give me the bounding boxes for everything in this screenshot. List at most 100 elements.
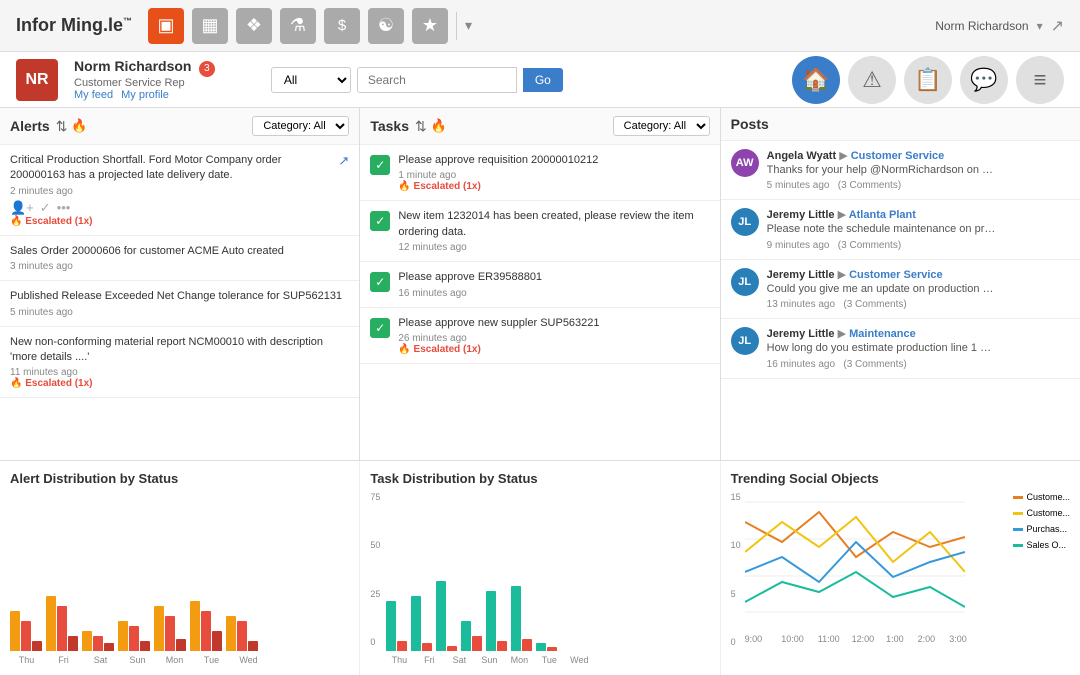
brand-logo: Infor Ming.le™ <box>16 15 132 36</box>
alert-nav-icon[interactable]: ⚠ <box>848 56 896 104</box>
bar-group <box>10 611 42 651</box>
posts-list: AW Angela Wyatt ▶ Customer Service Thank… <box>721 141 1080 460</box>
tasks-nav-icon[interactable]: 📋 <box>904 56 952 104</box>
alert-distribution-chart: Alert Distribution by Status <box>0 461 360 675</box>
sort-icon[interactable]: ⇅ <box>415 118 427 135</box>
bar-group <box>411 596 432 651</box>
nav-icon-app1[interactable]: ▣ <box>148 8 184 44</box>
alert-time: 5 minutes ago <box>10 307 349 318</box>
y-label: 50 <box>370 540 380 550</box>
top-nav-username[interactable]: Norm Richardson <box>935 19 1028 33</box>
alert-item[interactable]: New non-conforming material report NCM00… <box>0 327 359 399</box>
alerts-category-select[interactable]: Category: All <box>252 116 349 136</box>
legend-color <box>1013 544 1023 547</box>
y-label: 0 <box>731 637 741 647</box>
top-nav-right: Norm Richardson ▾ ↗ <box>935 16 1064 36</box>
post-item[interactable]: AW Angela Wyatt ▶ Customer Service Thank… <box>721 141 1080 200</box>
bar <box>32 641 42 651</box>
search-filter-select[interactable]: All <box>271 67 351 93</box>
bar <box>140 641 150 651</box>
filter-fire-icon[interactable]: 🔥 <box>71 118 87 134</box>
alert-item[interactable]: Published Release Exceeded Net Change to… <box>0 281 359 326</box>
bar-group <box>386 601 407 651</box>
post-item[interactable]: JL Jeremy Little ▶ Maintenance How long … <box>721 319 1080 378</box>
post-meta: 5 minutes ago (3 Comments) <box>767 180 1070 191</box>
search-input[interactable] <box>357 67 517 93</box>
bar-group <box>436 581 457 651</box>
post-item[interactable]: JL Jeremy Little ▶ Atlanta Plant Please … <box>721 200 1080 259</box>
messages-nav-icon[interactable]: 💬 <box>960 56 1008 104</box>
nav-icon-app2[interactable]: ▦ <box>192 8 228 44</box>
bar <box>511 586 521 651</box>
alert-item[interactable]: Critical Production Shortfall. Ford Moto… <box>0 145 359 236</box>
task-body: New item 1232014 has been created, pleas… <box>398 209 709 253</box>
post-meta: 13 minutes ago (3 Comments) <box>767 299 1070 310</box>
filter-fire-icon[interactable]: 🔥 <box>431 118 447 134</box>
nav-icon-app7[interactable]: ★ <box>412 8 448 44</box>
alerts-list: Critical Production Shortfall. Ford Moto… <box>0 145 359 460</box>
nav-divider <box>456 12 457 40</box>
post-body: Jeremy Little ▶ Customer Service Could y… <box>767 268 1070 310</box>
share-icon[interactable]: ↗ <box>1051 16 1064 36</box>
bar <box>212 631 222 651</box>
bar-group <box>511 586 532 651</box>
alert-bar-chart <box>10 492 349 655</box>
post-item[interactable]: JL Jeremy Little ▶ Customer Service Coul… <box>721 260 1080 319</box>
my-profile-link[interactable]: My profile <box>121 89 169 101</box>
nav-icon-app5[interactable]: $ <box>324 8 360 44</box>
bar <box>486 591 496 651</box>
more-nav-icon[interactable]: ≡ <box>1016 56 1064 104</box>
post-meta: 16 minutes ago (3 Comments) <box>767 359 1070 370</box>
chart-label: Tue <box>195 655 228 665</box>
task-text: Please approve ER39588801 <box>398 270 709 285</box>
task-item[interactable]: ✓ New item 1232014 has been created, ple… <box>360 201 719 262</box>
bar <box>447 646 457 651</box>
check-icon[interactable]: ✓ <box>40 200 51 216</box>
post-header: Jeremy Little ▶ Atlanta Plant <box>767 208 1070 221</box>
post-meta: 9 minutes ago (3 Comments) <box>767 240 1070 251</box>
alert-item[interactable]: Sales Order 20000606 for customer ACME A… <box>0 236 359 281</box>
alert-escalated: 🔥 Escalated (1x) <box>10 216 349 227</box>
task-check-icon: ✓ <box>370 318 390 338</box>
task-check-icon: ✓ <box>370 272 390 292</box>
task-item[interactable]: ✓ Please approve new suppler SUP563221 2… <box>360 308 719 364</box>
posts-column: Posts AW Angela Wyatt ▶ Customer Service… <box>721 108 1080 460</box>
nav-icon-app6[interactable]: ☯ <box>368 8 404 44</box>
user-name-row: Norm Richardson 3 <box>74 58 215 77</box>
top-nav-chevron-icon[interactable]: ▾ <box>1037 19 1043 33</box>
home-nav-icon[interactable]: 🏠 <box>792 56 840 104</box>
nav-icon-app3[interactable]: ❖ <box>236 8 272 44</box>
task-body: Please approve requisition 20000010212 1… <box>398 153 709 192</box>
user-notification-badge: 3 <box>199 61 215 77</box>
nav-chevron-icon[interactable]: ▾ <box>465 17 472 34</box>
post-body: Jeremy Little ▶ Maintenance How long do … <box>767 327 1070 369</box>
tasks-category-select[interactable]: Category: All <box>613 116 710 136</box>
my-feed-link[interactable]: My feed <box>74 89 113 101</box>
social-chart-title: Trending Social Objects <box>731 471 1070 486</box>
bar <box>422 643 432 651</box>
post-avatar: JL <box>731 208 759 236</box>
sort-icon[interactable]: ⇅ <box>56 118 68 135</box>
assign-icon[interactable]: 👤+ <box>10 200 34 216</box>
bar-group <box>46 596 78 651</box>
search-button[interactable]: Go <box>523 68 563 92</box>
bar <box>461 621 471 651</box>
bar <box>129 626 139 651</box>
legend-color <box>1013 496 1023 499</box>
bar <box>57 606 67 651</box>
post-text: Please note the schedule maintenance on … <box>767 222 997 237</box>
task-item[interactable]: ✓ Please approve ER39588801 16 minutes a… <box>360 262 719 307</box>
more-icon[interactable]: ••• <box>57 200 71 215</box>
bar <box>46 596 56 651</box>
task-chart-area: 75 50 25 0 <box>370 492 709 665</box>
bar <box>226 616 236 651</box>
bar <box>522 639 532 651</box>
task-item[interactable]: ✓ Please approve requisition 20000010212… <box>360 145 719 201</box>
alerts-title: Alerts <box>10 118 50 134</box>
bar <box>497 641 507 651</box>
top-nav-left: Infor Ming.le™ ▣ ▦ ❖ ⚗ $ ☯ ★ ▾ <box>16 8 472 44</box>
external-link-icon[interactable]: ↗ <box>338 153 349 169</box>
nav-icon-app4[interactable]: ⚗ <box>280 8 316 44</box>
alert-text: Published Release Exceeded Net Change to… <box>10 289 349 304</box>
user-links: My feed My profile <box>74 89 215 101</box>
